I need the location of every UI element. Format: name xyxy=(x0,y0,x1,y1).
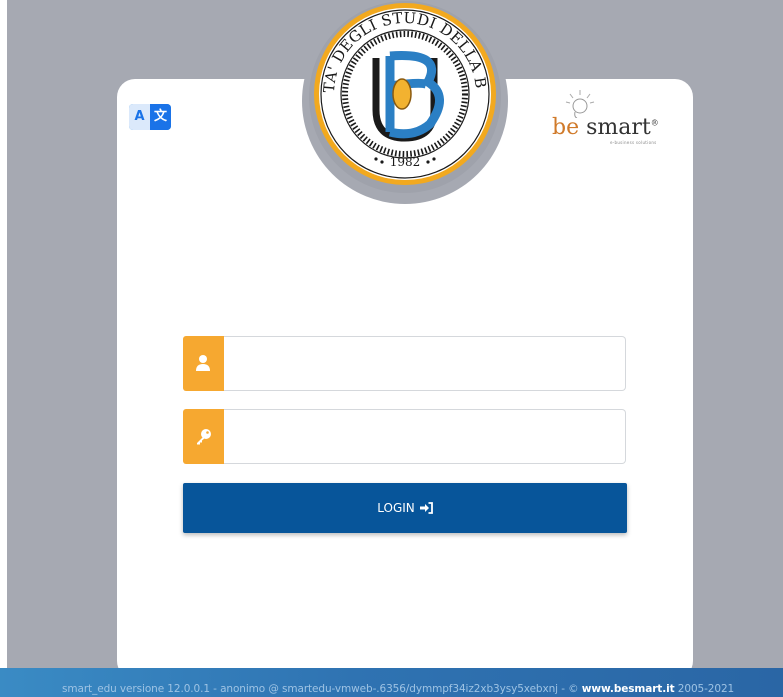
key-icon xyxy=(197,429,211,445)
translate-button[interactable]: A 文 xyxy=(129,104,171,130)
username-addon xyxy=(183,336,224,391)
besmart-smart: smart xyxy=(586,115,651,140)
password-input[interactable] xyxy=(224,409,626,464)
page-left-edge xyxy=(0,0,7,697)
user-icon xyxy=(196,355,210,371)
seal-year: 1982 xyxy=(390,155,421,169)
username-input[interactable] xyxy=(224,336,626,391)
translate-icon-b: 文 xyxy=(150,104,171,130)
besmart-wordmark: be smart® xyxy=(552,115,659,140)
besmart-link[interactable]: www.besmart.it xyxy=(582,683,675,695)
login-button[interactable]: LOGIN xyxy=(183,483,627,533)
besmart-logo: be smart® e-business solutions xyxy=(548,88,674,148)
password-field-group xyxy=(183,409,626,464)
sign-in-icon xyxy=(419,502,433,514)
username-field-group xyxy=(183,336,626,391)
besmart-be: be xyxy=(552,115,580,140)
login-label: LOGIN xyxy=(377,501,415,515)
university-seal-logo: UNIVERSITA' DEGLI STUDI DELLA BASILICATA… xyxy=(302,0,508,204)
footer-years: 2005-2021 xyxy=(674,683,735,695)
idea-head-icon xyxy=(565,90,595,118)
translate-icon-a: A xyxy=(129,104,150,130)
besmart-tagline: e-business solutions xyxy=(610,140,657,145)
footer-version-text: smart_edu versione 12.0.0.1 - anonimo @ … xyxy=(62,683,582,695)
footer-text: smart_edu versione 12.0.0.1 - anonimo @ … xyxy=(62,683,734,695)
besmart-mark: ® xyxy=(650,118,659,128)
password-addon xyxy=(183,409,224,464)
